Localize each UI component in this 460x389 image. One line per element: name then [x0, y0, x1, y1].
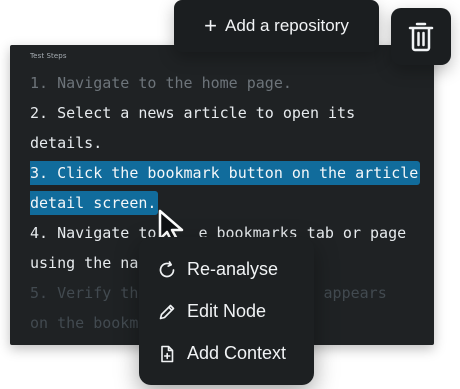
selected-step-text[interactable]: 3. Click the bookmark button on the arti… [30, 161, 421, 185]
stage: Test Steps 1. Navigate to the home page.… [0, 0, 460, 389]
menu-item-label: Edit Node [187, 301, 267, 321]
step-line: 1. Navigate to the home page. [30, 74, 292, 92]
add-repository-button[interactable]: + Add a repository [174, 0, 379, 52]
menu-item-label: Add Context [187, 343, 287, 363]
selected-step-text[interactable]: detail screen. [30, 191, 159, 215]
step-line: 2. Select a news article to open its [30, 104, 356, 122]
menu-item-add-context[interactable]: Add Context [157, 343, 286, 364]
step-line-selected[interactable]: 3. Click the bookmark button on the arti… [30, 158, 434, 188]
menu-item-edit-node[interactable]: Edit Node [157, 301, 266, 322]
refresh-icon [157, 260, 177, 280]
panel-title: Test Steps [30, 52, 67, 60]
context-menu: Re-analyse Edit Node Add Context [139, 237, 314, 385]
step-text: 5. Verify th [30, 284, 139, 302]
add-repository-label: Add a repository [225, 16, 349, 35]
plus-icon: + [204, 13, 218, 38]
menu-item-reanalyse[interactable]: Re-analyse [157, 259, 278, 280]
delete-button[interactable] [391, 8, 451, 65]
step-text: 4. Navigate to [30, 224, 157, 242]
step-line: details. [30, 134, 103, 152]
pencil-icon [157, 302, 177, 322]
menu-item-label: Re-analyse [187, 259, 279, 279]
add-file-icon [157, 344, 177, 364]
trash-icon [408, 22, 434, 51]
step-line-selected[interactable]: detail screen. [30, 188, 434, 218]
